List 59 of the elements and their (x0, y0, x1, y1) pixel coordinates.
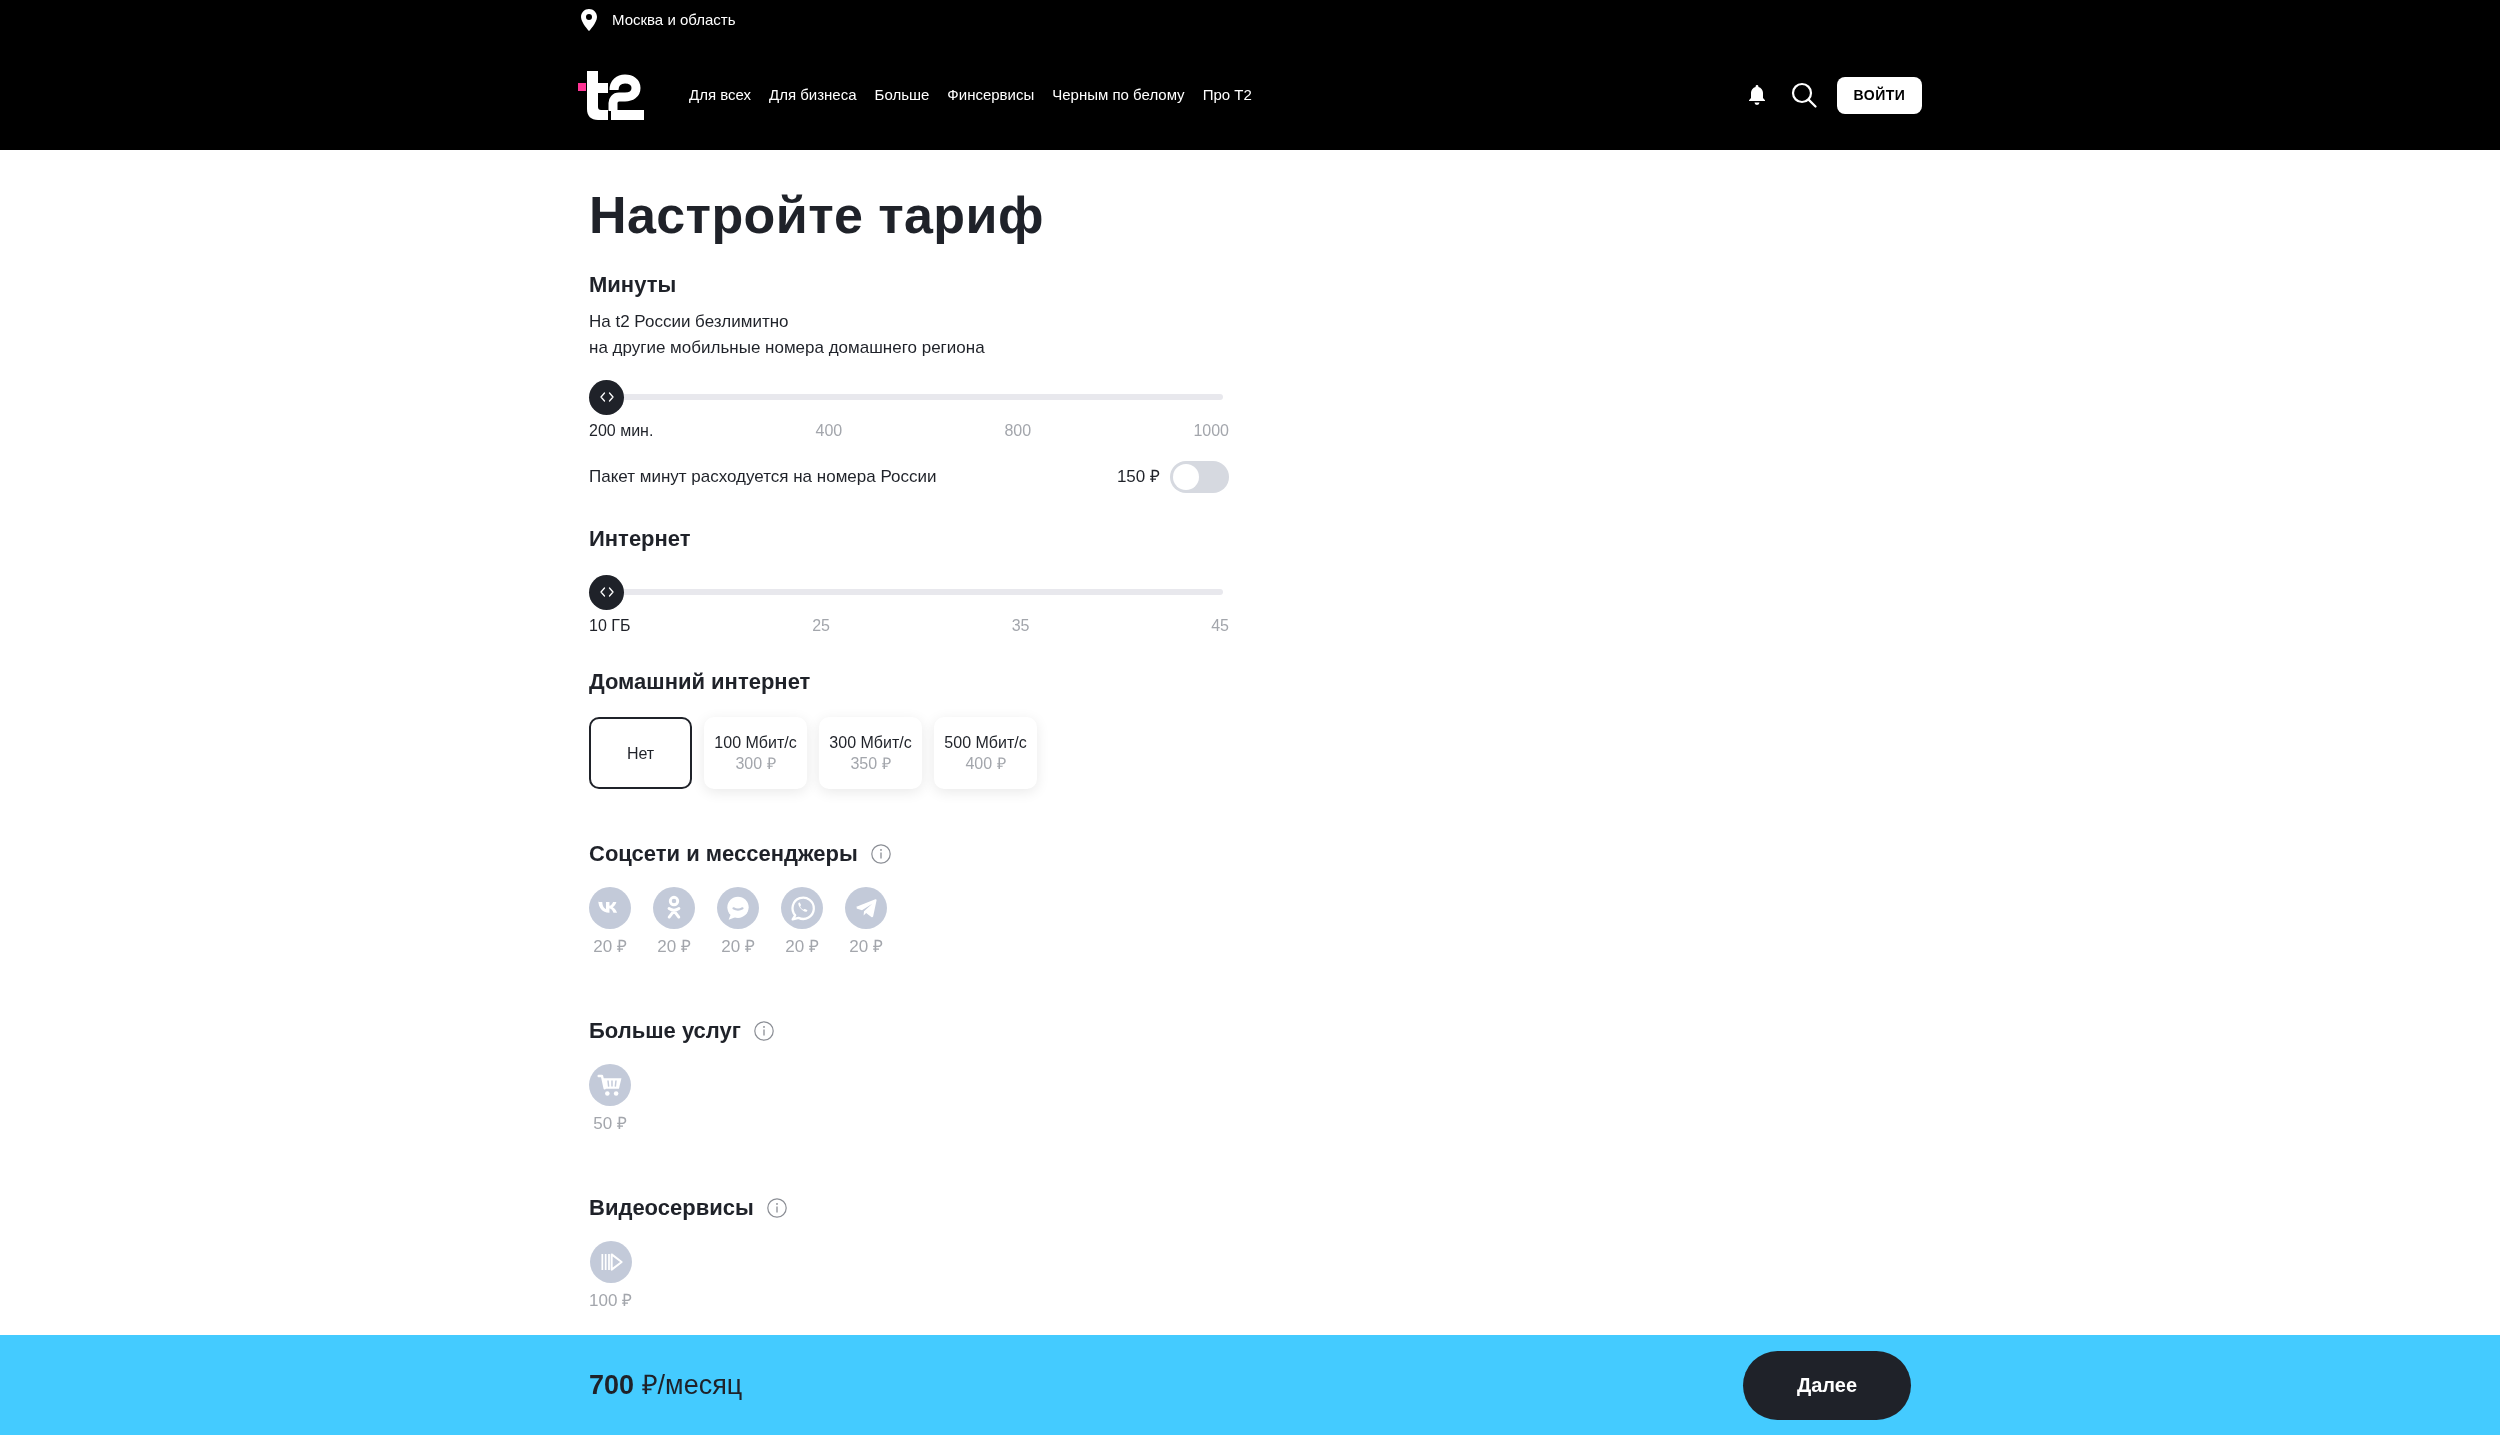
tick-label: 1000 (1193, 421, 1229, 441)
speed-option[interactable]: 300 Мбит/с 350 ₽ (819, 717, 922, 789)
speed-option[interactable]: 500 Мбит/с 400 ₽ (934, 717, 1037, 789)
tick-label: 45 (1211, 616, 1229, 636)
play-icon[interactable] (589, 1241, 632, 1283)
nav-link[interactable]: Для бизнеса (769, 83, 857, 107)
nav-link[interactable]: Про T2 (1202, 83, 1252, 107)
section-heading: Видеосервисы (589, 1194, 754, 1222)
section-heading: Больше услуг (589, 1017, 741, 1045)
info-icon[interactable] (766, 1198, 787, 1218)
tick-label: 400 (815, 421, 843, 441)
tick-label: 25 (812, 616, 830, 636)
section-heading: Домашний интернет (589, 668, 811, 696)
chevrons-icon (599, 587, 614, 597)
letters-logo-icon[interactable] (589, 887, 631, 929)
chat-bubble-icon[interactable] (717, 887, 759, 929)
option-label: Пакет минут расходуется на номера России (589, 466, 937, 489)
price-label: 20 ₽ (785, 936, 819, 958)
chevrons-icon (599, 392, 614, 402)
brand-logo[interactable] (578, 70, 644, 120)
info-icon[interactable] (753, 1021, 774, 1041)
section-heading: Соцсети и мессенджеры (589, 840, 858, 868)
description-text: на другие мобильные номера домашнего региона (589, 337, 986, 359)
figure-logo-icon[interactable] (653, 887, 695, 929)
price-label: 100 ₽ (589, 1290, 633, 1312)
tick-label: 35 (1011, 616, 1030, 636)
option-price: 150 ₽ (1116, 466, 1160, 489)
speed-option[interactable]: 100 Мбит/с 300 ₽ (704, 717, 807, 789)
tick-label: 800 (1004, 421, 1032, 441)
bell-icon[interactable] (1748, 85, 1766, 105)
search-icon[interactable] (1791, 82, 1817, 108)
nav-link[interactable]: Для всех (689, 83, 751, 107)
next-button[interactable]: Далее (1743, 1350, 1911, 1420)
slider-thumb[interactable] (589, 574, 624, 610)
location-pin-icon (581, 9, 597, 31)
price-label: 20 ₽ (849, 936, 883, 958)
toggle-switch[interactable] (1170, 461, 1229, 493)
login-button[interactable]: ВОЙТИ (1837, 76, 1922, 114)
speed-option[interactable]: Нет (589, 717, 692, 789)
nav-link[interactable]: Финсервисы (947, 83, 1035, 107)
total-price: 700 ₽/месяц (589, 1368, 743, 1402)
cart-icon[interactable] (589, 1064, 631, 1106)
description-text: На t2 России безлимитно (589, 311, 790, 333)
tick-label: 200 мин. (589, 421, 654, 441)
paper-plane-icon[interactable] (845, 887, 887, 929)
page-title: Настройте тариф (589, 185, 1045, 246)
price-label: 20 ₽ (721, 936, 755, 958)
phone-bubble-icon[interactable] (781, 887, 823, 929)
price-label: 20 ₽ (593, 936, 627, 958)
info-icon[interactable] (870, 844, 891, 864)
nav-link[interactable]: Черным по белому (1052, 83, 1185, 107)
region-link[interactable]: Москва и область (612, 8, 736, 32)
tick-label: 10 ГБ (589, 616, 631, 636)
nav-link[interactable]: Больше (874, 83, 930, 107)
price-label: 20 ₽ (657, 936, 691, 958)
slider-thumb[interactable] (589, 379, 624, 415)
section-heading: Интернет (589, 525, 691, 553)
price-label: 50 ₽ (593, 1113, 627, 1135)
section-heading: Минуты (589, 271, 677, 299)
